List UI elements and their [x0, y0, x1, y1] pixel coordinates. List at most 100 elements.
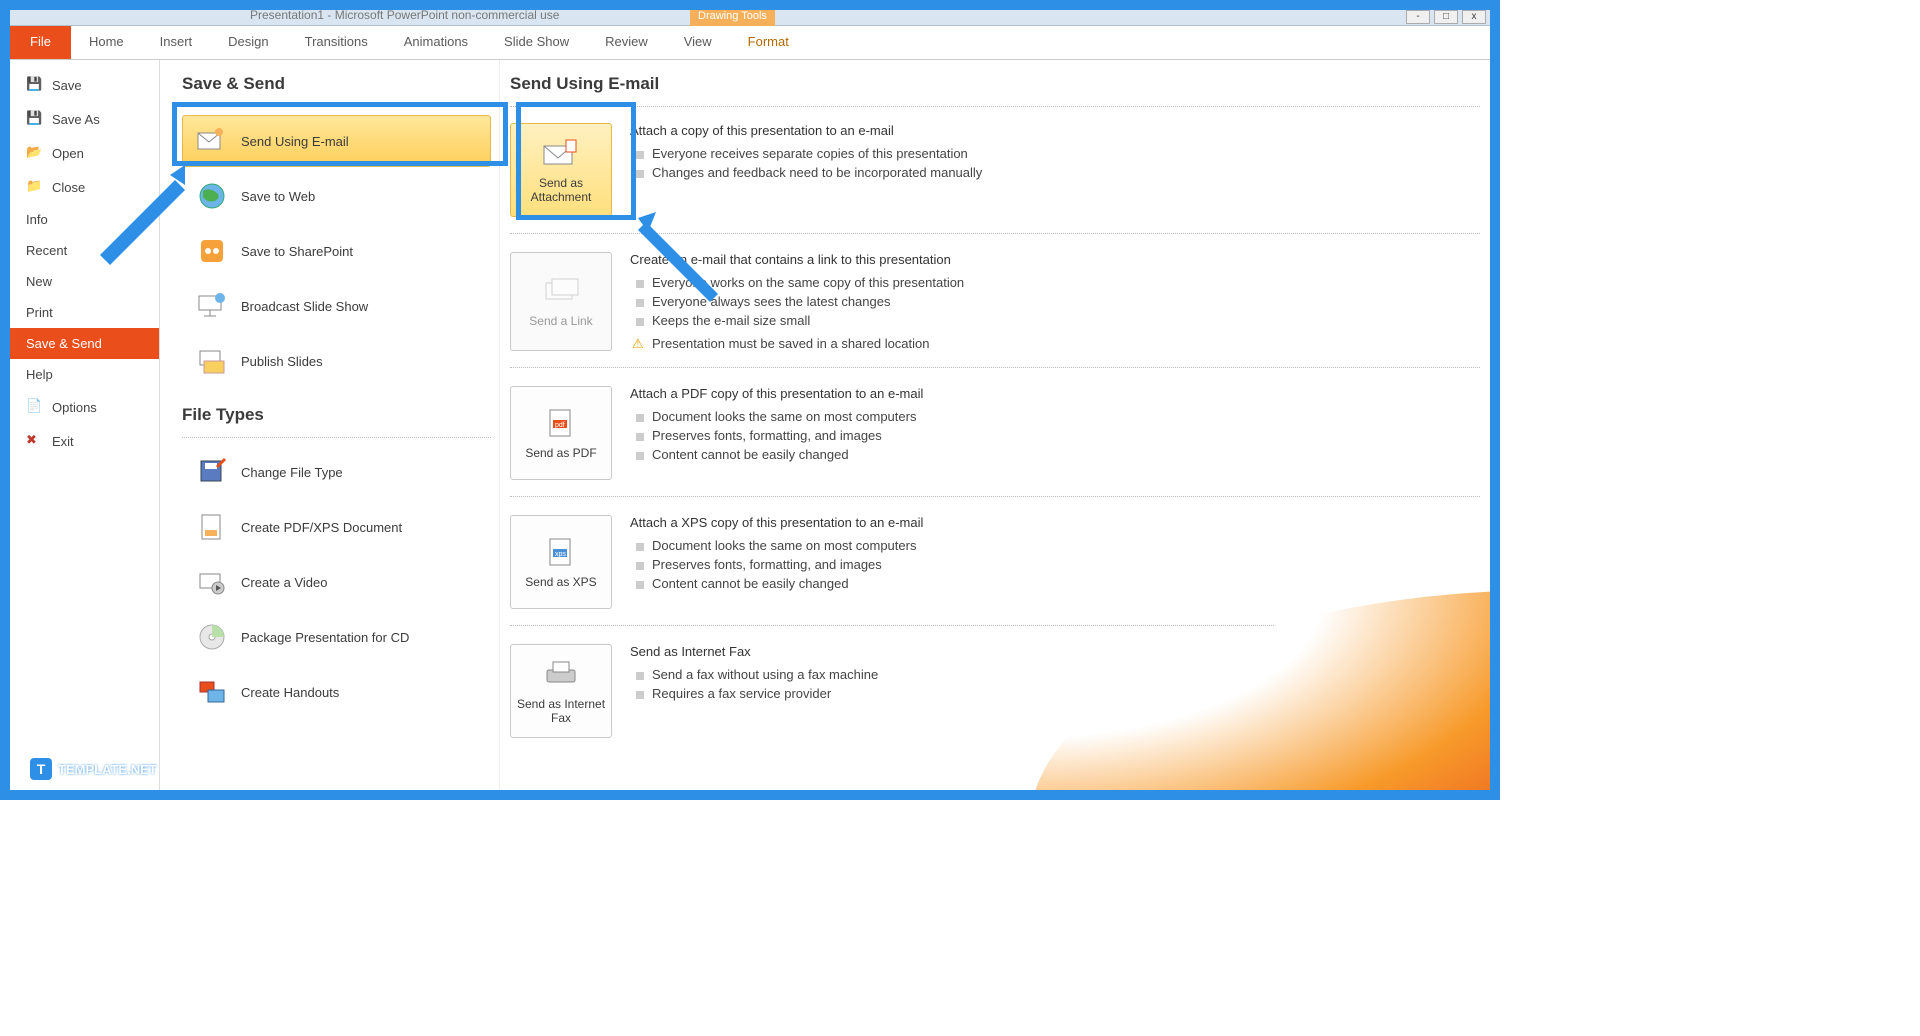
logo-badge: T — [30, 758, 52, 780]
folder-icon: 📁 — [26, 178, 44, 196]
sharepoint-icon — [195, 236, 229, 266]
nav-exit[interactable]: ✖Exit — [10, 424, 159, 458]
annotation-arrow-left — [90, 165, 190, 265]
send-as-xps-button[interactable]: xps Send as XPS — [510, 515, 612, 609]
floppy-pencil-icon — [195, 457, 229, 487]
tab-file[interactable]: File — [10, 26, 71, 59]
svg-text:xps: xps — [555, 551, 566, 558]
option-create-video[interactable]: Create a Video — [182, 556, 491, 608]
option-label: Create PDF/XPS Document — [241, 520, 402, 535]
send-as-pdf-button[interactable]: pdf Send as PDF — [510, 386, 612, 480]
desc-bullet: Document looks the same on most computer… — [630, 536, 1480, 555]
option-save-to-web[interactable]: Save to Web — [182, 170, 491, 222]
desc-headline: Attach a copy of this presentation to an… — [630, 123, 1480, 138]
tab-insert[interactable]: Insert — [142, 26, 211, 59]
broadcast-icon — [195, 291, 229, 321]
publish-slides-icon — [195, 346, 229, 376]
nav-options[interactable]: 📄Options — [10, 390, 159, 424]
desc-bullet: Keeps the e-mail size small — [630, 311, 1480, 330]
warning-text: Presentation must be saved in a shared l… — [630, 336, 1480, 351]
tab-review[interactable]: Review — [587, 26, 666, 59]
pdf-icon: pdf — [541, 406, 581, 440]
nav-new[interactable]: New — [10, 266, 159, 297]
block-send-fax: Send as Internet Fax Send as Internet Fa… — [510, 636, 1480, 754]
send-as-internet-fax-button[interactable]: Send as Internet Fax — [510, 644, 612, 738]
minimize-button[interactable]: - — [1406, 10, 1430, 24]
maximize-button[interactable]: □ — [1434, 10, 1458, 24]
xps-description: Attach a XPS copy of this presentation t… — [630, 515, 1480, 609]
option-create-handouts[interactable]: Create Handouts — [182, 666, 491, 718]
options-icon: 📄 — [26, 398, 44, 416]
option-publish-slides[interactable]: Publish Slides — [182, 335, 491, 387]
tab-animations[interactable]: Animations — [386, 26, 486, 59]
desc-headline: Create an e-mail that contains a link to… — [630, 252, 1480, 267]
cd-icon — [195, 622, 229, 652]
envelope-link-icon — [541, 274, 581, 308]
envelope-attach-icon — [541, 136, 581, 170]
nav-save[interactable]: 💾Save — [10, 68, 159, 102]
send-email-right-column: Send Using E-mail Send as Attachment Att… — [500, 60, 1490, 790]
nav-save-as[interactable]: 💾Save As — [10, 102, 159, 136]
option-create-pdf-xps[interactable]: Create PDF/XPS Document — [182, 501, 491, 553]
window-title: Presentation1 - Microsoft PowerPoint non… — [250, 8, 559, 22]
xps-icon: xps — [541, 535, 581, 569]
nav-print[interactable]: Print — [10, 297, 159, 328]
button-label: Send as PDF — [525, 446, 596, 460]
desc-bullet: Everyone works on the same copy of this … — [630, 273, 1480, 292]
tab-home[interactable]: Home — [71, 26, 142, 59]
file-types-heading: File Types — [182, 405, 491, 425]
option-package-cd[interactable]: Package Presentation for CD — [182, 611, 491, 663]
folder-open-icon: 📂 — [26, 144, 44, 162]
option-label: Change File Type — [241, 465, 343, 480]
option-label: Send Using E-mail — [241, 134, 349, 149]
option-label: Broadcast Slide Show — [241, 299, 368, 314]
ribbon-tabs: File Home Insert Design Transitions Anim… — [10, 26, 1490, 60]
svg-text:pdf: pdf — [555, 422, 565, 429]
tab-transitions[interactable]: Transitions — [287, 26, 386, 59]
option-change-file-type[interactable]: Change File Type — [182, 446, 491, 498]
tab-format[interactable]: Format — [730, 26, 807, 59]
option-label: Create Handouts — [241, 685, 339, 700]
button-label: Send as Internet Fax — [515, 697, 607, 726]
template-net-logo: T TEMPLATE.NET — [30, 758, 157, 780]
globe-icon — [195, 181, 229, 211]
fax-description: Send as Internet Fax Send a fax without … — [630, 644, 1480, 738]
fax-icon — [541, 657, 581, 691]
pdf-description: Attach a PDF copy of this presentation t… — [630, 386, 1480, 480]
block-send-xps: xps Send as XPS Attach a XPS copy of thi… — [510, 507, 1480, 626]
desc-bullet: Changes and feedback need to be incorpor… — [630, 163, 1480, 182]
desc-bullet: Everyone receives separate copies of thi… — [630, 144, 1480, 163]
desc-headline: Attach a PDF copy of this presentation t… — [630, 386, 1480, 401]
pdf-doc-icon — [195, 512, 229, 542]
send-as-attachment-button[interactable]: Send as Attachment — [510, 123, 612, 217]
option-broadcast-slideshow[interactable]: Broadcast Slide Show — [182, 280, 491, 332]
desc-bullet: Content cannot be easily changed — [630, 445, 1480, 464]
desc-bullet: Preserves fonts, formatting, and images — [630, 426, 1480, 445]
option-label: Save to Web — [241, 189, 315, 204]
logo-text: TEMPLATE.NET — [58, 762, 157, 777]
send-a-link-button[interactable]: Send a Link — [510, 252, 612, 351]
tab-slideshow[interactable]: Slide Show — [486, 26, 587, 59]
app-frame: Presentation1 - Microsoft PowerPoint non… — [0, 0, 1500, 800]
divider — [510, 106, 1480, 107]
nav-help[interactable]: Help — [10, 359, 159, 390]
option-label: Create a Video — [241, 575, 328, 590]
close-window-button[interactable]: x — [1462, 10, 1486, 24]
floppy-icon: 💾 — [26, 76, 44, 94]
save-send-middle-column: Save & Send Send Using E-mail Save to We… — [160, 60, 500, 790]
tab-design[interactable]: Design — [210, 26, 286, 59]
title-bar: Presentation1 - Microsoft PowerPoint non… — [10, 10, 1490, 26]
tab-view[interactable]: View — [666, 26, 730, 59]
envelope-attach-icon — [195, 126, 229, 156]
exit-icon: ✖ — [26, 432, 44, 450]
nav-save-send[interactable]: Save & Send — [10, 328, 159, 359]
backstage-view: 💾Save 💾Save As 📂Open 📁Close Info Recent … — [10, 60, 1490, 790]
option-send-using-email[interactable]: Send Using E-mail — [182, 115, 491, 167]
save-send-heading: Save & Send — [182, 74, 491, 94]
button-label: Send a Link — [529, 314, 592, 328]
divider — [182, 106, 491, 107]
annotation-arrow-right — [628, 208, 728, 308]
desc-bullet: Send a fax without using a fax machine — [630, 665, 1480, 684]
option-save-sharepoint[interactable]: Save to SharePoint — [182, 225, 491, 277]
desc-bullet: Content cannot be easily changed — [630, 574, 1480, 593]
